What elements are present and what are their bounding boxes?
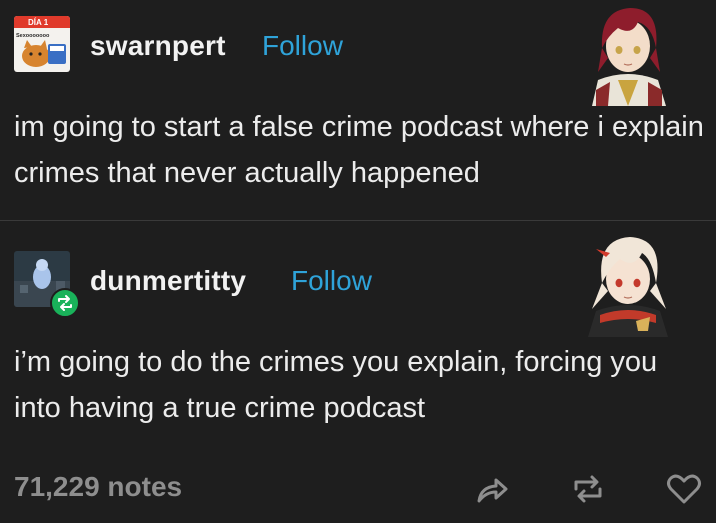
post-reblog: dunmertitty Follow i’m going to do the c… — [0, 221, 716, 451]
follow-button-swarnpert[interactable]: Follow — [262, 30, 343, 62]
avatar-calendar-sub: Sexooooooo — [16, 33, 50, 39]
post-footer: 71,229 notes — [0, 451, 716, 523]
heart-icon[interactable] — [664, 469, 704, 509]
username-dunmertitty[interactable]: dunmertitty — [90, 265, 246, 297]
share-icon[interactable] — [472, 469, 512, 509]
reblog-icon[interactable] — [568, 469, 608, 509]
post-text-reblog: i’m going to do the crimes you explain, … — [14, 346, 658, 424]
post-text-original: im going to start a false crime podcast … — [14, 111, 704, 189]
avatar-calendar-top: DÍA 1 — [28, 18, 49, 27]
character-illustration-2 — [576, 231, 680, 342]
follow-button-dunmertitty[interactable]: Follow — [291, 265, 372, 297]
avatar-image: DÍA 1 Sexooooooo — [14, 16, 70, 72]
notes-count[interactable]: 71,229 notes — [14, 471, 182, 503]
reblog-badge-icon — [50, 288, 80, 318]
username-swarnpert[interactable]: swarnpert — [90, 30, 226, 62]
avatar-swarnpert[interactable]: DÍA 1 Sexooooooo — [14, 16, 70, 72]
character-illustration-1 — [578, 2, 678, 111]
post-original: DÍA 1 Sexooooooo swarnpert Follow im goi… — [0, 0, 716, 220]
